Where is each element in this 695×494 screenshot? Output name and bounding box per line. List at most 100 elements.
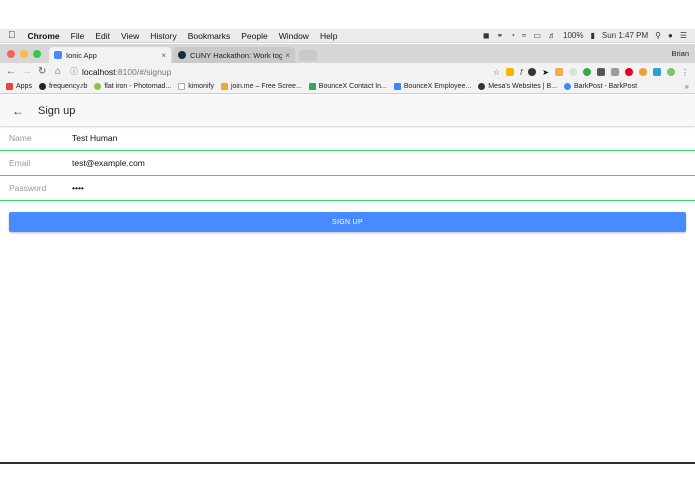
bookmark-barkpost[interactable]: BarkPost - BarkPost [564,83,637,90]
zoom-window-icon[interactable] [33,49,41,58]
bookmark-label: Apps [16,83,32,90]
password-label: Password [9,183,47,193]
home-icon[interactable]: ⌂ [54,66,62,77]
bookmark-bouncex-employee[interactable]: BounceX Employee... [393,83,472,90]
settings-extension-icon[interactable] [528,67,537,76]
extension-icon[interactable] [667,67,675,76]
address-bar[interactable]: ⓘ localhost:8100/#/signup [70,65,493,78]
cast-icon[interactable] [597,67,605,76]
mesa-icon [478,83,486,90]
bookmark-star-icon[interactable]: ☆ [493,68,500,77]
tab-cuny-hackathon[interactable]: CUNY Hackathon: Work togeth × [173,47,295,63]
bookmark-label: Mesa's Websites | B... [488,83,557,90]
clock[interactable]: Sun 1:47 PM [602,31,648,40]
browser-toolbar: ← → ↻ ⌂ ⓘ localhost:8100/#/signup ☆ f ➤ … [0,63,695,80]
extension-icon[interactable] [506,67,515,76]
font-extension-icon[interactable]: f [520,68,522,77]
close-tab-icon[interactable]: × [285,51,290,60]
menu-history[interactable]: History [150,31,176,41]
password-input[interactable] [72,179,695,197]
sheets-icon [308,83,316,90]
volume-icon[interactable]: ♬ [548,31,556,40]
tab-title: Ionic App [66,50,97,60]
apps-grid-icon [6,83,13,90]
menu-file[interactable]: File [71,31,85,41]
bookmarks-overflow-icon[interactable]: » [685,82,689,91]
battery-icon[interactable]: ▮ [590,31,594,40]
extension-icons: ☆ f ➤ ⋮ [493,67,689,77]
ionic-page: ← Sign up Name Email Password SIGN UP [0,95,695,462]
back-icon[interactable]: ← [6,66,16,77]
profile-name[interactable]: Brian [671,44,695,63]
menu-people[interactable]: People [241,31,267,41]
extension-icon[interactable] [583,67,591,76]
menubar-status-area: ◼ ⚭ ◔ ≈ ▭ ♬ 100% ▮ Sun 1:47 PM ⚲ ● ☰ [483,31,687,40]
back-arrow-icon[interactable]: ← [12,104,24,118]
name-label: Name [9,133,32,143]
minimize-window-icon[interactable] [20,49,28,58]
barkpost-icon [564,83,571,90]
menu-bookmarks[interactable]: Bookmarks [188,31,231,41]
bookmark-joinme[interactable]: join.me – Free Scree... [220,83,302,90]
window-controls [7,44,41,63]
mac-menubar:  Chrome File Edit View History Bookmark… [0,29,695,43]
bookmark-apps[interactable]: Apps [6,83,32,90]
url-path: :8100/#/signup [115,66,172,77]
bookmark-kimonify[interactable]: kimonify [178,83,214,90]
menu-view[interactable]: View [121,31,139,41]
menu-help[interactable]: Help [320,31,337,41]
spotlight-icon[interactable]: ⚲ [655,31,661,40]
extension-icon[interactable] [555,67,563,76]
timemachine-icon[interactable]: ◔ [510,31,515,40]
forward-icon[interactable]: → [22,66,32,77]
wifi-icon[interactable]: ≈ [522,31,526,40]
bookmark-flat-iron[interactable]: flat iron - Photomad... [94,83,171,90]
pinterest-icon[interactable] [625,67,633,76]
glasses-icon[interactable]: ⚭ [497,31,504,40]
dropbox-icon[interactable]: ◼ [483,31,490,40]
name-input[interactable] [72,129,695,147]
page-title: Sign up [38,104,76,117]
page-header: ← Sign up [0,95,695,126]
signup-button[interactable]: SIGN UP [9,212,686,232]
close-window-icon[interactable] [7,49,15,58]
ionic-favicon-icon [54,51,62,59]
battery-percent: 100% [563,31,584,40]
photomad-icon [94,83,102,90]
menu-chrome[interactable]: Chrome [28,31,60,41]
notification-center-icon[interactable]: ☰ [680,31,687,40]
airplay-icon[interactable]: ▭ [533,31,541,40]
bookmark-label: join.me – Free Scree... [230,83,302,90]
bookmarks-bar: Apps frequency.rb flat iron - Photomad..… [0,80,695,94]
extension-icon[interactable] [569,67,577,76]
extension-icon[interactable] [611,67,619,76]
apple-icon[interactable]:  [8,30,16,41]
cursor-extension-icon[interactable]: ➤ [542,68,549,77]
siri-icon[interactable]: ● [668,31,673,40]
new-tab-button[interactable] [299,50,317,61]
email-input[interactable] [72,154,695,172]
bookmark-label: BounceX Employee... [403,83,472,90]
bookmark-bouncex-contact[interactable]: BounceX Contact In... [308,83,387,90]
bookmark-label: flat iron - Photomad... [104,83,172,90]
bookmark-frequency[interactable]: frequency.rb [38,83,88,90]
email-label: Email [9,158,31,168]
tab-strip: Ionic App × CUNY Hackathon: Work togeth … [0,44,695,63]
bookmark-label: frequency.rb [48,83,88,90]
close-tab-icon[interactable]: × [161,51,166,60]
password-field-row: Password [0,176,695,201]
bookmark-mesa[interactable]: Mesa's Websites | B... [478,83,557,90]
name-field-row: Name [0,126,695,151]
signup-form: Name Email Password SIGN UP [0,126,695,232]
menu-edit[interactable]: Edit [95,31,110,41]
page-icon [178,83,186,90]
extension-icon[interactable] [653,67,661,76]
extension-icon[interactable] [639,67,647,76]
reload-icon[interactable]: ↻ [38,66,46,77]
info-icon[interactable]: ⓘ [70,66,78,77]
menu-window[interactable]: Window [279,31,309,41]
tab-ionic-app[interactable]: Ionic App × [49,47,171,63]
devpost-favicon-icon [178,51,186,59]
tab-title: CUNY Hackathon: Work togeth [190,50,283,60]
chrome-menu-icon[interactable]: ⋮ [681,68,689,77]
